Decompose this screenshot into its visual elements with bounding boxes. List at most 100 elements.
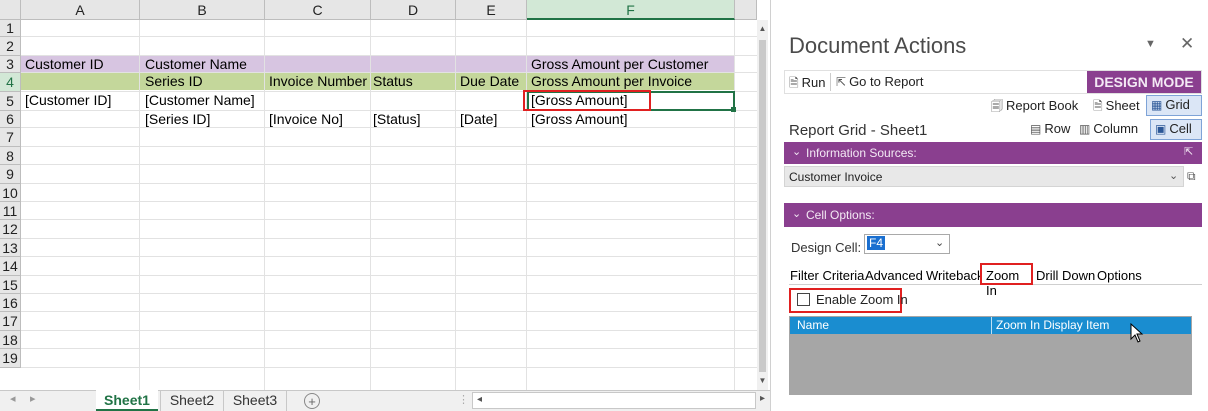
row-header-10[interactable]: 10 xyxy=(0,184,21,202)
scrollbar-thumb[interactable] xyxy=(759,40,766,372)
row-header-12[interactable]: 12 xyxy=(0,220,21,239)
hscroll-right-arrow-icon[interactable]: ▸ xyxy=(760,393,765,404)
column-header-f[interactable]: F xyxy=(527,0,735,20)
cell-d5[interactable]: [Status] xyxy=(373,111,420,128)
close-icon[interactable]: ✕ xyxy=(1180,34,1194,54)
tab-filter-criteria[interactable]: Filter Criteria xyxy=(790,268,864,283)
scroll-down-arrow-icon[interactable]: ▼ xyxy=(758,376,767,385)
row-header-7[interactable]: 7 xyxy=(0,128,21,147)
cell-f5[interactable]: [Gross Amount] xyxy=(531,111,627,128)
cell-a2[interactable]: Customer ID xyxy=(25,56,104,73)
row-icon: ▤ xyxy=(1030,122,1042,136)
cell-options-header[interactable]: ⌄ Cell Options: xyxy=(784,203,1202,227)
row-header-18[interactable]: 18 xyxy=(0,331,21,349)
design-cell-select[interactable]: F4 ⌄ xyxy=(864,234,950,254)
sheet-button[interactable]: 🗎 Sheet xyxy=(1093,97,1140,118)
cell-button[interactable]: ▣ Cell xyxy=(1150,119,1202,140)
tab-drill-down[interactable]: Drill Down xyxy=(1036,268,1095,283)
horizontal-scrollbar[interactable]: ◂ xyxy=(472,392,756,409)
enable-zoom-in-checkbox[interactable] xyxy=(797,293,810,306)
select-all-corner[interactable] xyxy=(0,0,21,20)
cell-a4[interactable]: [Customer ID] xyxy=(25,92,111,109)
row-header-16[interactable]: 16 xyxy=(0,294,21,312)
column-header-d[interactable]: D xyxy=(371,0,456,20)
row-header-17[interactable]: 17 xyxy=(0,312,21,331)
cell-b4[interactable]: [Customer Name] xyxy=(145,92,255,109)
gridline-row xyxy=(21,164,757,165)
expand-panel-icon[interactable]: ⇱ xyxy=(1184,145,1193,158)
row-header-14[interactable]: 14 xyxy=(0,257,21,276)
gridline-row xyxy=(21,293,757,294)
row-header-11[interactable]: 11 xyxy=(0,202,21,220)
tab-sheet3[interactable]: Sheet3 xyxy=(223,390,287,411)
row-header-4[interactable]: 4 xyxy=(0,73,21,92)
run-button[interactable]: 🗎 Run xyxy=(789,74,826,95)
row-header-2[interactable]: 2 xyxy=(0,37,21,56)
add-sheet-icon[interactable]: + xyxy=(304,393,320,409)
row-header-9[interactable]: 9 xyxy=(0,165,21,184)
gridline-column xyxy=(734,20,735,390)
vertical-scrollbar[interactable]: ▲ ▼ xyxy=(757,20,768,390)
design-cell-label: Design Cell: xyxy=(791,240,862,255)
gridline-column xyxy=(264,20,265,390)
grid-button[interactable]: ▦ Grid xyxy=(1146,95,1202,116)
cell-c5[interactable]: [Invoice No] xyxy=(269,111,343,128)
column-header-a[interactable]: A xyxy=(21,0,140,20)
cell-b5[interactable]: [Series ID] xyxy=(145,111,210,128)
tab-writeback[interactable]: Writeback xyxy=(926,268,984,283)
row-header-3[interactable]: 3 xyxy=(0,56,21,73)
hscroll-left-arrow-icon[interactable]: ◂ xyxy=(477,394,482,405)
row-button[interactable]: ▤ Row xyxy=(1030,121,1070,136)
gridline-row xyxy=(21,219,757,220)
information-sources-label: Information Sources: xyxy=(806,146,917,160)
gridline-row xyxy=(21,238,757,239)
tab-sheet1[interactable]: Sheet1 xyxy=(96,390,158,411)
tab-options[interactable]: Options xyxy=(1097,268,1142,283)
design-cell-value: F4 xyxy=(867,236,886,250)
gridline-row xyxy=(21,36,757,37)
cell-b2[interactable]: Customer Name xyxy=(145,56,247,73)
row-header-15[interactable]: 15 xyxy=(0,276,21,294)
table-header-zoom-in-display-item[interactable]: Zoom In Display Item xyxy=(996,318,1109,332)
fill-handle[interactable] xyxy=(731,107,736,112)
chevron-down-icon[interactable]: ▼ xyxy=(1145,38,1156,50)
gridline-row xyxy=(21,256,757,257)
tab-scroll-left-icon[interactable]: ◂ xyxy=(10,392,16,405)
row-header-1[interactable]: 1 xyxy=(0,20,21,37)
cell-b3[interactable]: Series ID xyxy=(145,73,203,90)
tab-advanced[interactable]: Advanced xyxy=(865,268,923,283)
cell-f3[interactable]: Gross Amount per Invoice xyxy=(531,73,692,90)
column-header-c[interactable]: C xyxy=(265,0,371,20)
column-label: Column xyxy=(1093,121,1139,136)
column-header-b[interactable]: B xyxy=(140,0,265,20)
row-header-13[interactable]: 13 xyxy=(0,239,21,257)
tab-splitter-icon[interactable]: ⋮ xyxy=(458,393,469,406)
column-header-e[interactable]: E xyxy=(456,0,527,20)
information-sources-header[interactable]: ⌄ Information Sources: ⇱ xyxy=(784,142,1202,164)
grid-icon: ▦ xyxy=(1151,98,1163,112)
scroll-up-arrow-icon[interactable]: ▲ xyxy=(758,24,767,33)
tab-scroll-right-icon[interactable]: ▸ xyxy=(30,392,36,405)
row-header-19[interactable]: 19 xyxy=(0,349,21,368)
cell-f4[interactable]: [Gross Amount] xyxy=(531,92,627,109)
column-button[interactable]: ▥ Column xyxy=(1079,121,1138,136)
tab-sheet2[interactable]: Sheet2 xyxy=(160,390,223,411)
gridline-row xyxy=(21,367,757,368)
section-collapse-icon: ⌄ xyxy=(792,208,802,220)
cell-e5[interactable]: [Date] xyxy=(460,111,497,128)
report-book-button[interactable]: 🗐 Report Book xyxy=(991,97,1078,118)
tab-zoom-in[interactable]: Zoom In xyxy=(980,263,1033,298)
information-source-select[interactable]: Customer Invoice ⌄ xyxy=(784,166,1184,187)
filter-options-icon[interactable]: ⧉ xyxy=(1187,169,1196,184)
row-header-5[interactable]: 5 xyxy=(0,92,21,111)
cell-e3[interactable]: Due Date xyxy=(460,73,519,90)
row-header-8[interactable]: 8 xyxy=(0,147,21,165)
row-header-6[interactable]: 6 xyxy=(0,111,21,128)
table-header-name[interactable]: Name xyxy=(797,318,829,332)
cell-f2[interactable]: Gross Amount per Customer xyxy=(531,56,708,73)
cell-d3[interactable]: Status xyxy=(373,73,413,90)
enable-zoom-in-label: Enable Zoom In xyxy=(816,292,908,307)
cell-c3[interactable]: Invoice Number xyxy=(269,73,367,90)
gridline-column xyxy=(370,20,371,390)
go-to-report-button[interactable]: ⇱ Go to Report xyxy=(836,74,924,89)
